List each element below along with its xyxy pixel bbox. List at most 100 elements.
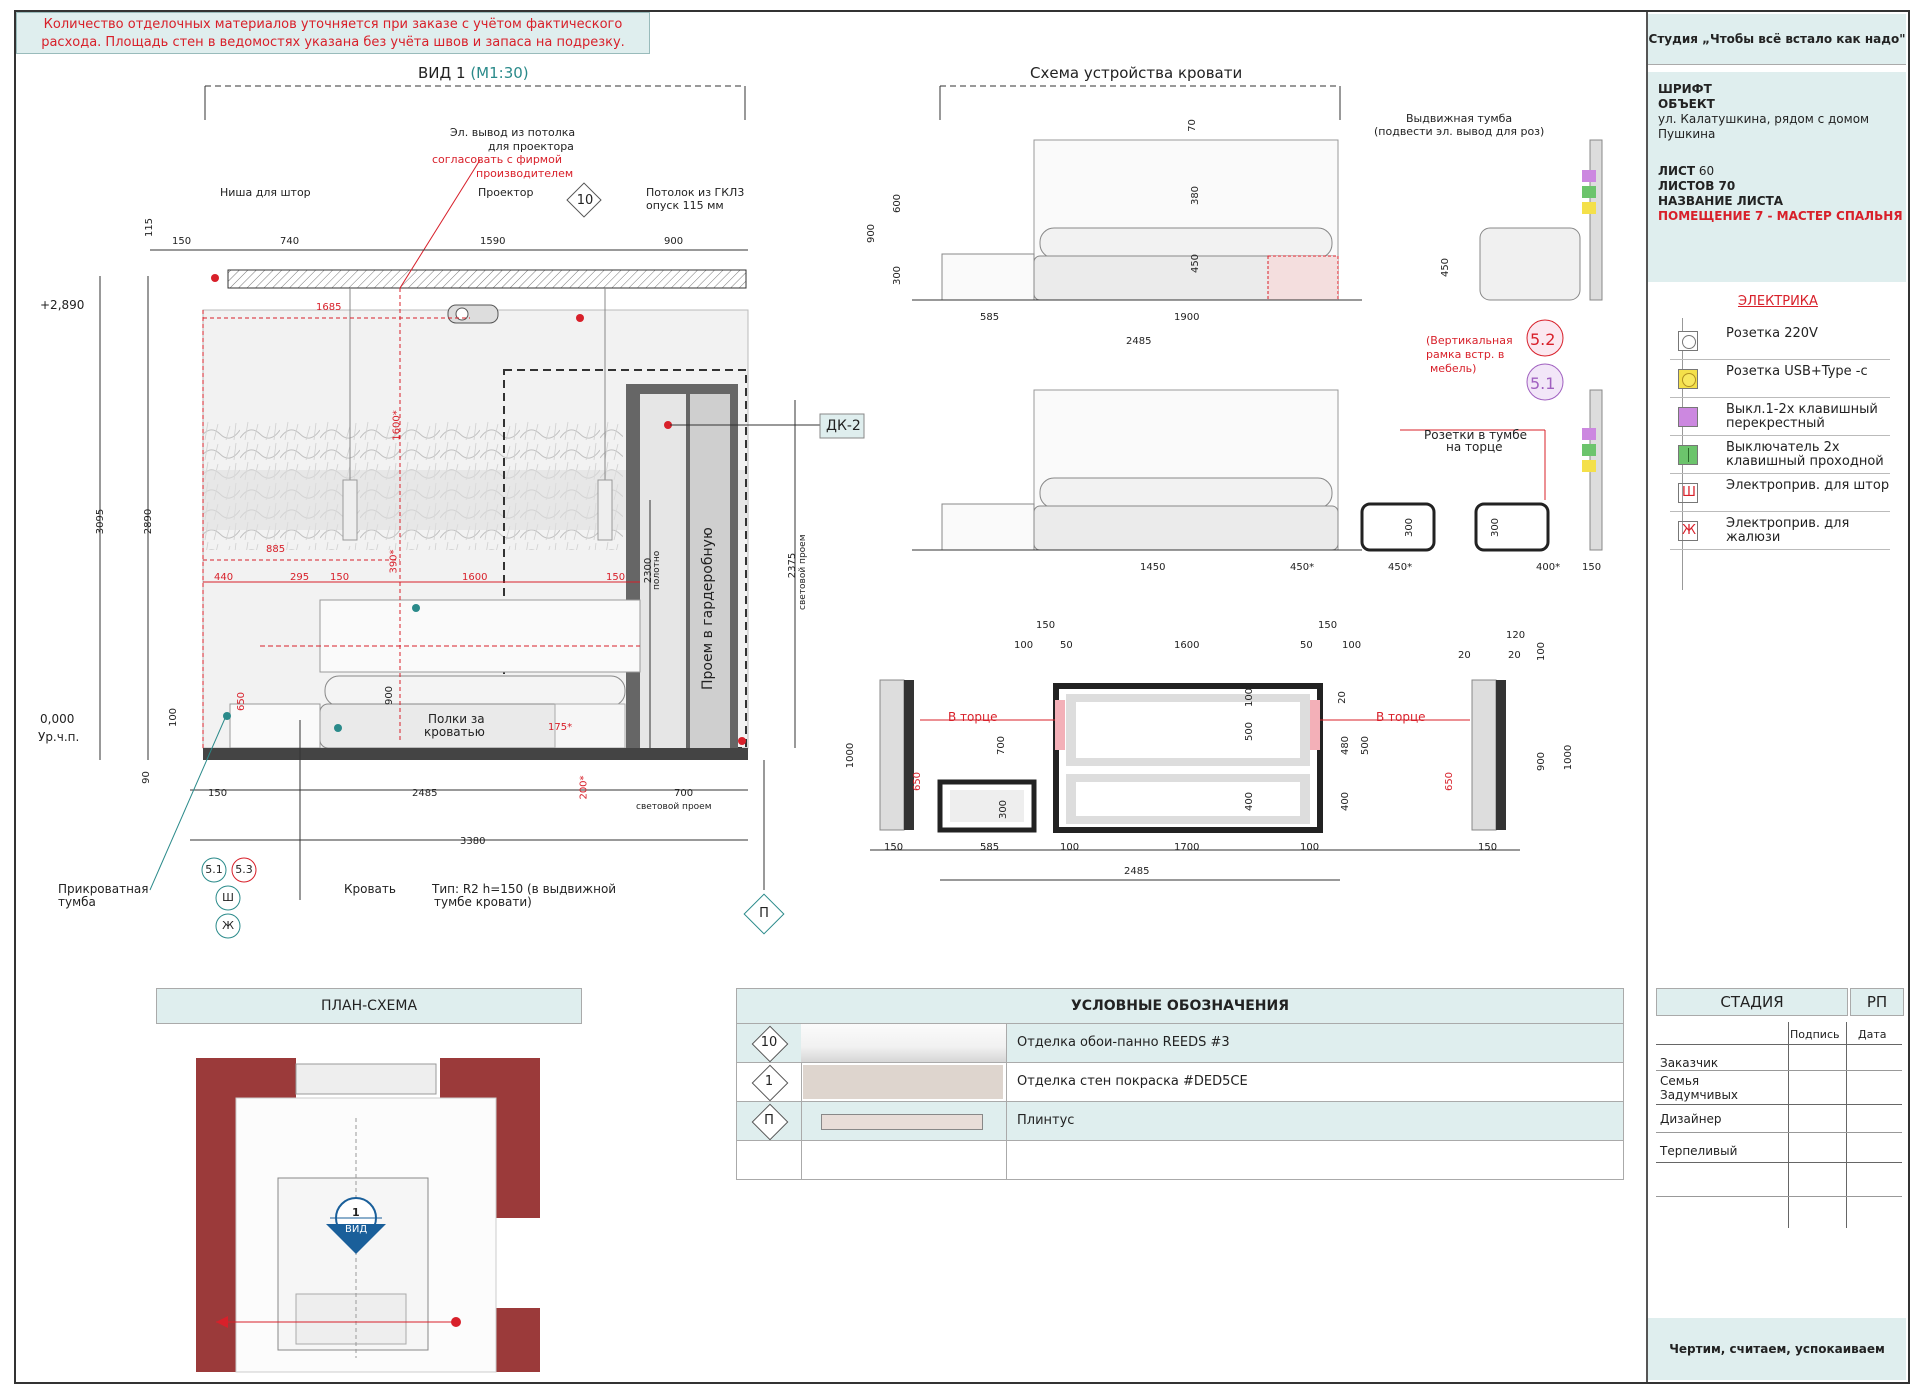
stage-title: СТАДИЯ: [1656, 988, 1848, 1016]
dim: 300: [998, 799, 1010, 820]
tag-5-2: 5.2: [1530, 330, 1556, 349]
swatch-reeds-wallpaper: [801, 1024, 1007, 1062]
dim: 300: [1490, 517, 1502, 538]
legend-switch-pass: Выключатель 2х клавишный проходной: [1670, 437, 1890, 474]
dim: 300: [892, 265, 904, 286]
dim: 2485: [1124, 866, 1150, 877]
sheets-total: ЛИСТОВ 70: [1658, 179, 1736, 193]
dim: 585: [980, 842, 1000, 853]
dim: 585: [980, 312, 1000, 323]
dim: 100: [1342, 640, 1362, 651]
legend-label: Выключатель 2х клавишный проходной: [1726, 440, 1884, 469]
tag-zh: Ж: [222, 919, 234, 932]
tag-plinth: П: [759, 906, 769, 921]
dim: 900: [866, 223, 878, 244]
plan-title: ПЛАН-СХЕМА: [320, 998, 418, 1014]
font-label: ШРИФТ: [1658, 82, 1712, 96]
legend-switch-cross: Выкл.1-2х клавишный перекрестный: [1670, 399, 1890, 436]
legend-text: Отделка стен покраска #DED5CE: [1017, 1074, 1248, 1089]
label-sockets-2: на торце: [1446, 440, 1503, 454]
dim: 150: [1318, 620, 1338, 631]
legend-row: [736, 1141, 1624, 1180]
legend-socket-usb: Розетка USB+Type -c: [1670, 361, 1890, 398]
footer-motto: Чертим, считаем, успокаиваем: [1648, 1318, 1906, 1380]
label-in-end-2: В торце: [1376, 710, 1426, 724]
swatch-plinth: [801, 1102, 1007, 1140]
dim: 20: [1336, 691, 1348, 704]
legend-text: Отделка обои-панно REEDS #3: [1017, 1035, 1230, 1050]
legend-row: П Плинтус: [736, 1102, 1624, 1141]
legend-code: 10: [760, 1035, 778, 1050]
dim: 1600: [1174, 640, 1200, 651]
dim: 20: [1458, 650, 1471, 661]
legend-label: Розетка USB+Type -c: [1726, 364, 1868, 379]
plan-header: ПЛАН-СХЕМА: [156, 988, 582, 1024]
legend-table-title: УСЛОВНЫЕ ОБОЗНАЧЕНИЯ: [736, 988, 1624, 1024]
dim: 700: [996, 735, 1008, 756]
dim: 100: [1060, 842, 1080, 853]
dim: 150: [1036, 620, 1056, 631]
legend-row: 10 Отделка обои-панно REEDS #3: [736, 1024, 1624, 1063]
plan-view-label: ВИД: [345, 1224, 368, 1235]
label-frame-1: (Вертикальная: [1426, 334, 1513, 347]
dim: 20: [1508, 650, 1521, 661]
dim: 1000: [1563, 744, 1575, 771]
studio-header: Студия „Чтобы всё встало как надо": [1648, 14, 1906, 65]
dim: 1900: [1174, 312, 1200, 323]
tag-5-1-b: 5.1: [1530, 374, 1556, 393]
legend-label: Электроприв. для жалюзи: [1726, 516, 1850, 545]
curtain-drive-icon: Ш: [1678, 483, 1698, 503]
dim: 500: [1244, 721, 1256, 742]
dim: 450: [1440, 257, 1452, 278]
swatch-wall-paint: [801, 1063, 1007, 1101]
plan-drawing: [196, 1058, 540, 1374]
legend-label: Выкл.1-2х клавишный перекрестный: [1726, 402, 1878, 431]
plan-view-number: 1: [352, 1206, 360, 1219]
legend-table: УСЛОВНЫЕ ОБОЗНАЧЕНИЯ 10 Отделка обои-пан…: [736, 988, 1624, 1180]
designer-name: Терпеливый: [1660, 1144, 1738, 1158]
dim: 1450: [1140, 562, 1166, 573]
bed-scheme-title: Схема устройства кровати: [1030, 64, 1243, 82]
motto-text: Чертим, считаем, успокаиваем: [1669, 1342, 1885, 1356]
legend-code: 1: [764, 1074, 774, 1089]
dim: 150: [884, 842, 904, 853]
sheet-name-label: НАЗВАНИЕ ЛИСТА: [1658, 194, 1784, 208]
usb-socket-icon: [1678, 369, 1698, 389]
dim: 400*: [1536, 562, 1561, 573]
dim: 300: [1404, 517, 1416, 538]
object-label: ОБЪЕКТ: [1658, 97, 1715, 111]
label-drawer-2: (подвести эл. вывод для роз): [1374, 125, 1545, 138]
dim: 100: [1300, 842, 1320, 853]
dim: 380: [1190, 185, 1202, 206]
dim: 900: [1536, 751, 1548, 772]
dim: 400: [1340, 791, 1352, 812]
pass-switch-icon: [1678, 445, 1698, 465]
dim: 480: [1340, 735, 1352, 756]
sign-header: Подпись: [1790, 1028, 1840, 1041]
legend-label: Розетка 220V: [1726, 326, 1818, 341]
dim: 70: [1186, 119, 1198, 132]
blinds-drive-icon: Ж: [1678, 521, 1698, 541]
dim: 500: [1360, 735, 1372, 756]
sheet-info: ШРИФТ ОБЪЕКТ ул. Калатушкина, рядом с до…: [1648, 72, 1906, 282]
studio-name: Студия „Чтобы всё встало как надо": [1648, 32, 1906, 46]
label-frame-3: мебель): [1430, 362, 1477, 375]
sheet-number: 60: [1698, 164, 1715, 178]
customer-name-1: Семья: [1660, 1074, 1700, 1088]
sheet-label: ЛИСТ: [1658, 164, 1696, 178]
date-header: Дата: [1858, 1028, 1887, 1041]
label-frame-2: рамка встр. в: [1426, 348, 1505, 361]
legend-code: П: [764, 1113, 774, 1128]
legend-row: 1 Отделка стен покраска #DED5CE: [736, 1063, 1624, 1102]
dim: 100: [1536, 641, 1548, 662]
legend-label: Электроприв. для штор: [1726, 478, 1890, 493]
customer-name-2: Задумчивых: [1660, 1088, 1739, 1102]
address-line-2: Пушкина: [1658, 127, 1716, 141]
sheet-name: ПОМЕЩЕНИЕ 7 - МАСТЕР СПАЛЬНЯ: [1658, 209, 1903, 223]
dim: 100: [1244, 687, 1256, 708]
legend-text: Плинтус: [1017, 1113, 1075, 1128]
dim: 100: [1014, 640, 1034, 651]
dim: 600: [892, 193, 904, 214]
dim: 650: [1444, 771, 1456, 792]
socket-icon: [1678, 331, 1698, 351]
